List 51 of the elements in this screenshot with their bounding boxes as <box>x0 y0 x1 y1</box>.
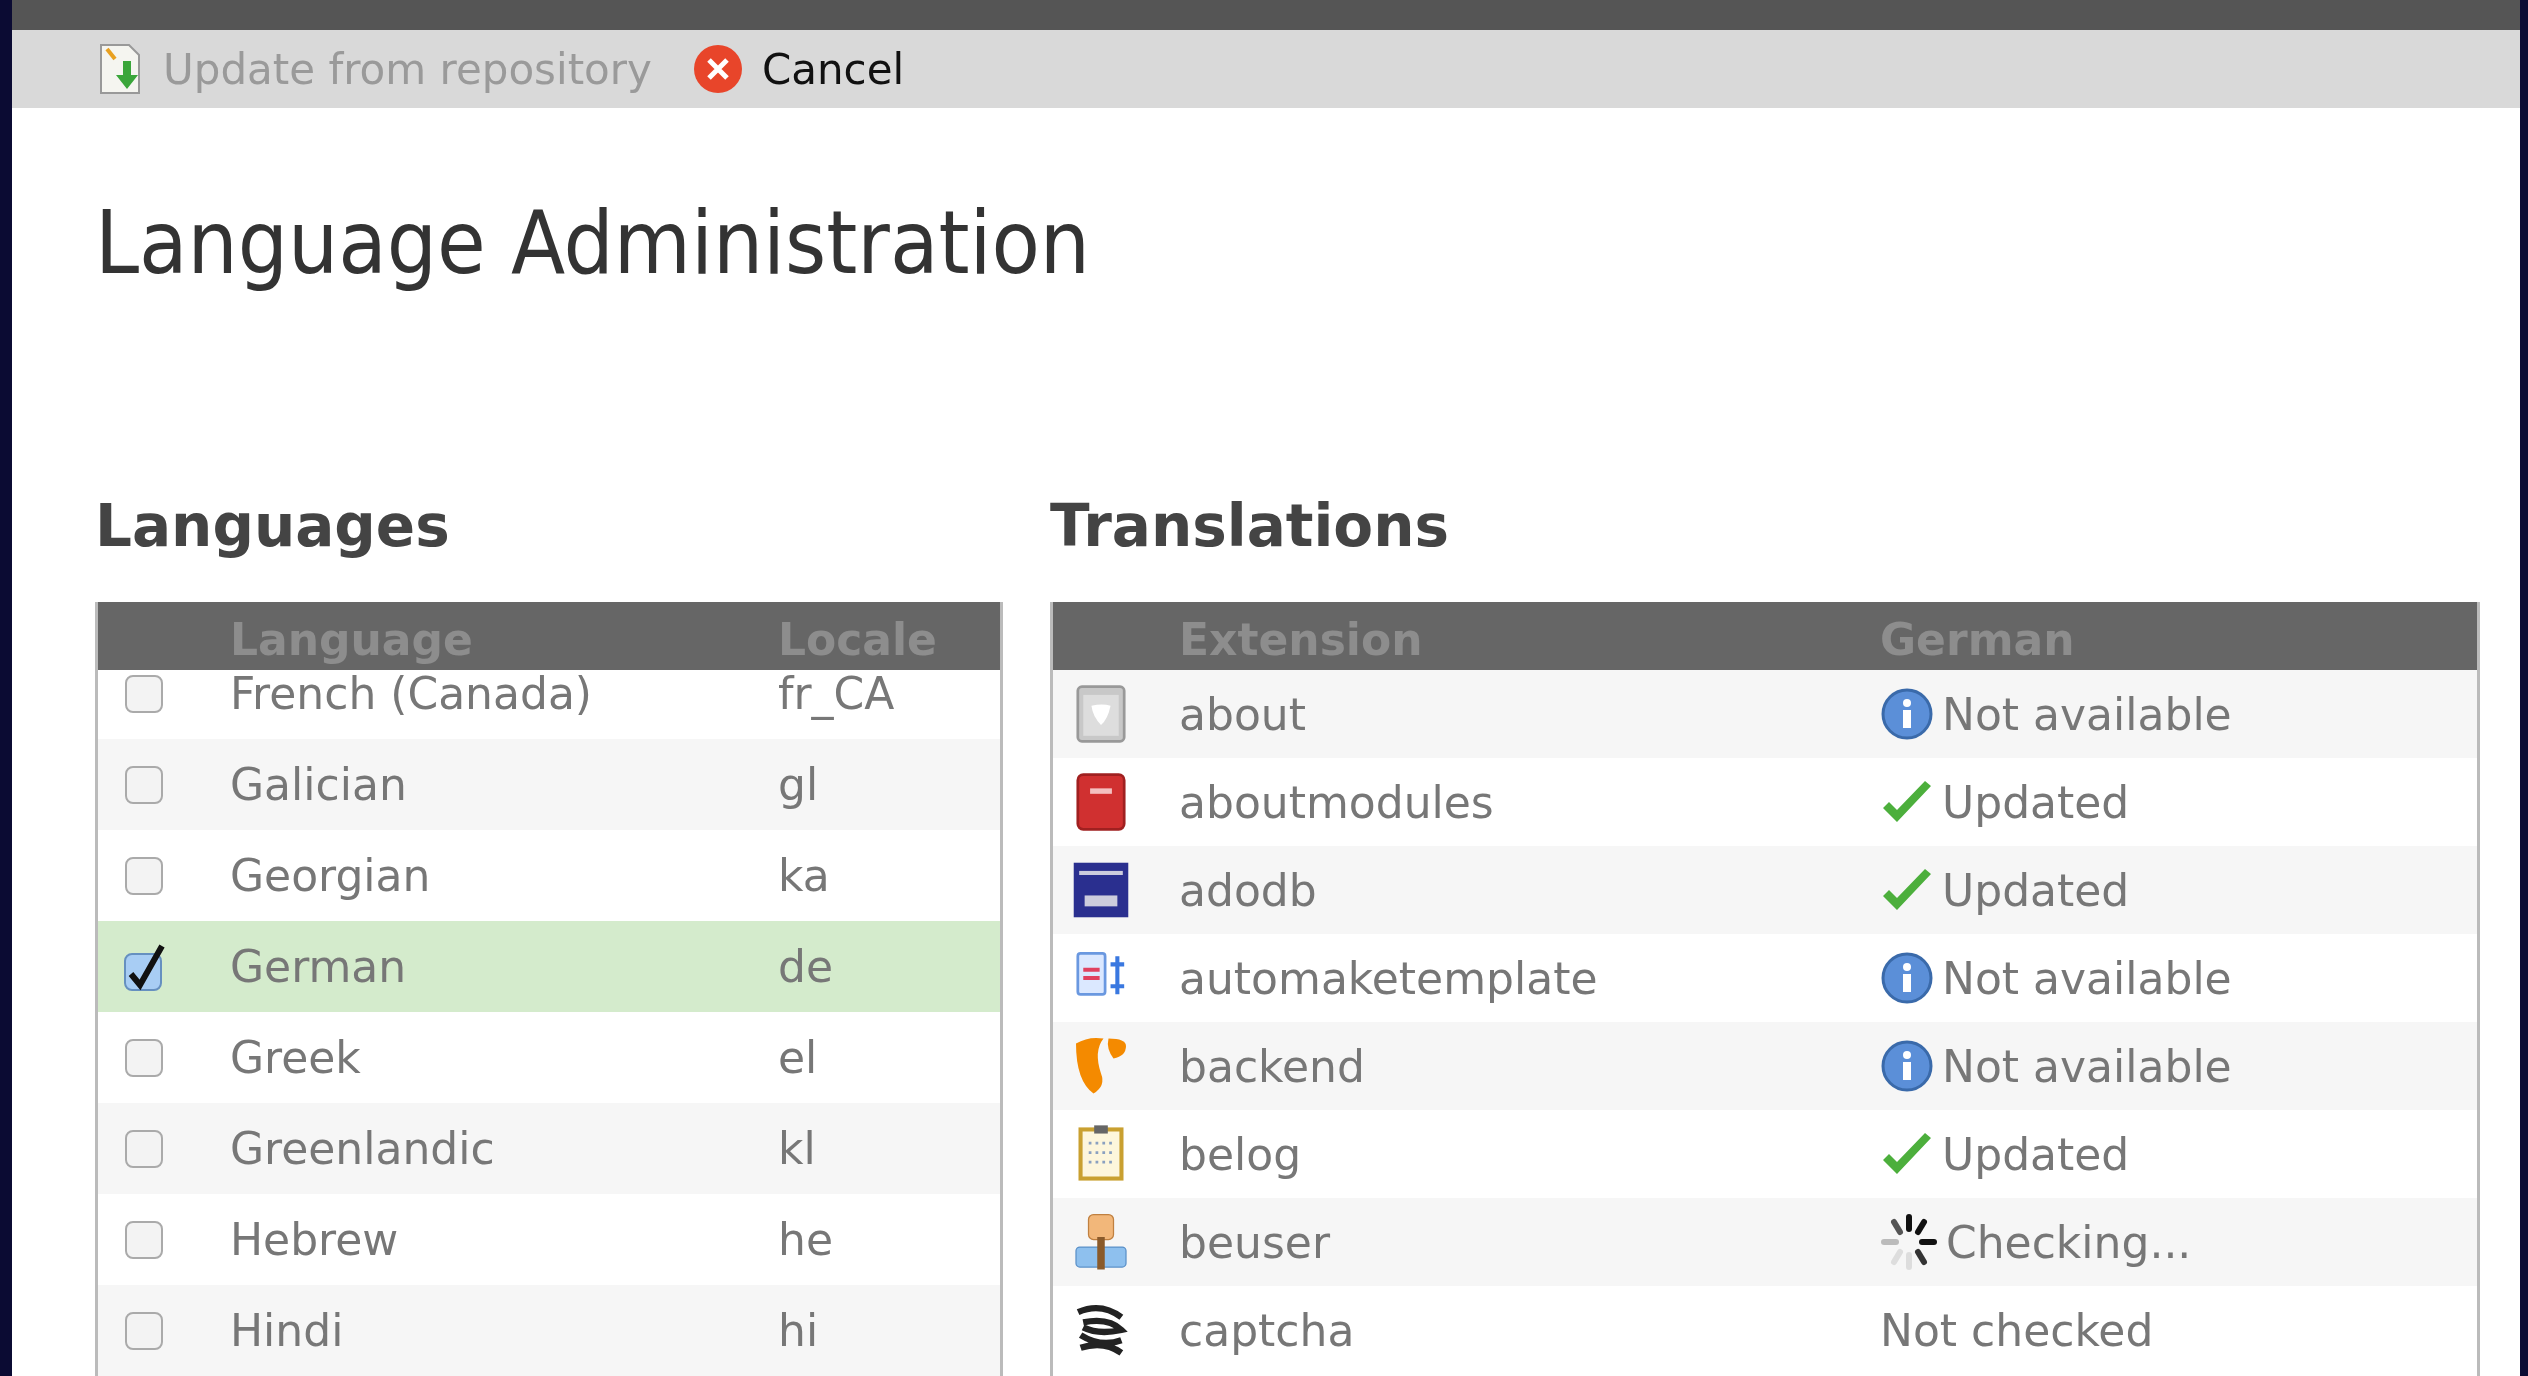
locale-code: gl <box>778 759 819 810</box>
extension-name: aboutmodules <box>1179 776 1494 828</box>
locale-code: hi <box>778 1305 819 1356</box>
checkbox[interactable] <box>125 1038 163 1077</box>
extension-name: adodb <box>1179 864 1317 916</box>
extension-name: backend <box>1179 1040 1365 1092</box>
cancel-button[interactable]: Cancel <box>691 43 905 95</box>
locale-code: fr_CA <box>778 668 895 719</box>
status-text: Not available <box>1942 688 2232 740</box>
extension-name: belog <box>1179 1128 1302 1180</box>
status-text: Updated <box>1942 776 2130 828</box>
checkbox[interactable] <box>125 856 163 895</box>
extension-name: about <box>1179 688 1306 740</box>
status-text: Checking... <box>1946 1216 2192 1268</box>
database-icon <box>1073 860 1129 920</box>
checkbox[interactable] <box>125 1311 163 1350</box>
status-text: Updated <box>1942 1128 2130 1180</box>
locale-code: el <box>778 1032 818 1083</box>
status-text: Not available <box>1942 952 2232 1004</box>
spinner-icon <box>1880 1213 1938 1271</box>
logo-icon <box>1073 1036 1129 1096</box>
info-icon <box>1880 1039 1934 1093</box>
status-text: Not available <box>1942 1040 2232 1092</box>
extension-name: automaketemplate <box>1179 952 1598 1004</box>
extension-name: beuser <box>1179 1216 1330 1268</box>
language-name: German <box>230 941 407 992</box>
info-icon <box>1880 687 1934 741</box>
checkbox[interactable] <box>125 1220 163 1259</box>
status-text: Not checked <box>1880 1304 2154 1356</box>
checkbox[interactable] <box>125 765 163 804</box>
language-name: French (Canada) <box>230 668 592 719</box>
status-text: Updated <box>1942 864 2130 916</box>
page-title: Language Administration <box>95 191 1091 294</box>
extension-name: captcha <box>1179 1304 1355 1356</box>
user-icon <box>1073 1212 1129 1272</box>
close-icon <box>691 43 744 95</box>
language-name: Georgian <box>230 850 431 901</box>
locale-code: ka <box>778 850 830 901</box>
checkbox[interactable] <box>125 1129 163 1168</box>
language-name: Greek <box>230 1032 361 1083</box>
language-name: Greenlandic <box>230 1123 495 1174</box>
info-icon <box>1880 951 1934 1005</box>
locale-code: de <box>778 941 833 992</box>
language-name: Galician <box>230 759 407 810</box>
section-heading: Languages <box>95 491 451 561</box>
language-name: Hindi <box>230 1305 344 1356</box>
locale-code: he <box>778 1214 833 1265</box>
locale-code: kl <box>778 1123 816 1174</box>
section-heading: Translations <box>1050 491 1451 561</box>
language-name: Hebrew <box>230 1214 399 1265</box>
checkbox[interactable] <box>125 674 163 713</box>
